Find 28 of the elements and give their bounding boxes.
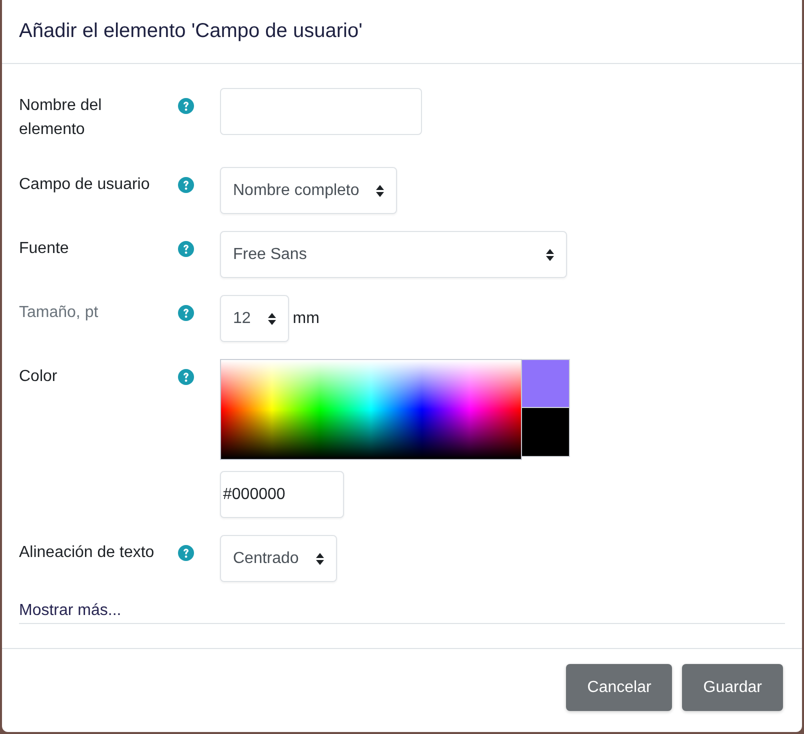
field-label: Color [19,367,58,387]
help-icon [178,177,194,193]
field-label: Alineación de texto [19,543,156,563]
dropdown-select[interactable]: Nombre completo [220,167,398,214]
field-label: Nombre del elemento [19,96,103,140]
dropdown-select[interactable]: 12 [220,295,289,342]
color-spectrum[interactable] [220,359,522,460]
help-icon [178,545,194,561]
show-more-link[interactable]: Mostrar más... [19,599,122,623]
dropdown-select[interactable]: Centrado [220,535,337,582]
field-label: Campo de usuario [19,175,151,195]
help-icon [178,305,194,321]
field-label: Tamaño, pt [19,303,100,323]
dropdown-select[interactable]: Free Sans [220,231,567,278]
dialog-title: Añadir el elemento 'Campo de usuario' [19,20,362,43]
help-icon [178,98,194,114]
hex-input-field[interactable]: #000000 [220,471,344,518]
field-label: Fuente [19,239,70,259]
save-button[interactable]: Guardar [682,664,783,711]
unit-text: mm [292,310,320,328]
up-down-caret-icon [546,248,554,260]
text-input-field[interactable] [220,88,422,135]
help-icon [178,241,194,257]
up-down-caret-icon [316,552,324,564]
help-icon [178,369,194,385]
up-down-caret-icon [268,312,276,324]
up-down-caret-icon [376,184,384,196]
cancel-button[interactable]: Cancelar [566,664,672,711]
